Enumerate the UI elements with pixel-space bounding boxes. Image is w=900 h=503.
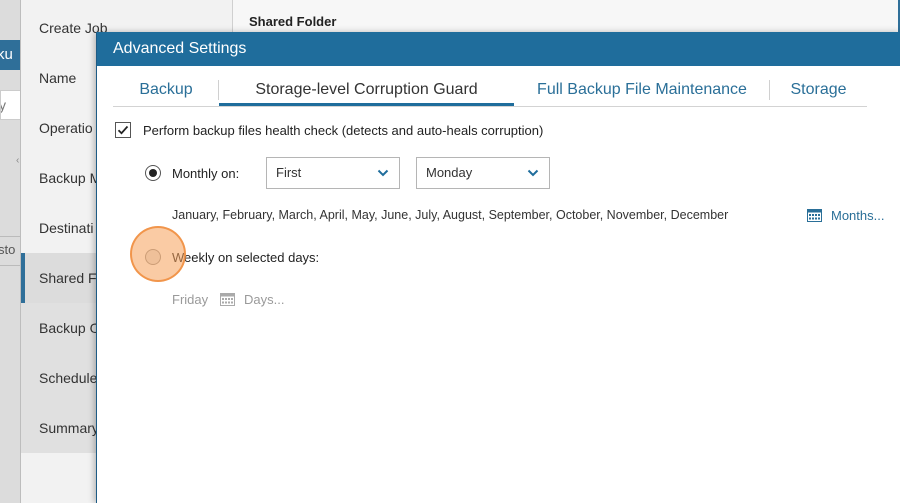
- selected-days-text: Friday: [172, 292, 209, 307]
- dialog-title: Advanced Settings: [97, 32, 900, 66]
- chevron-down-icon: [377, 169, 389, 177]
- chevron-down-icon: [527, 169, 539, 177]
- tab-storage[interactable]: Storage: [770, 74, 867, 105]
- settings-tabs: Backup Storage-level Corruption Guard Fu…: [113, 74, 867, 107]
- week-of-month-select[interactable]: First: [266, 157, 400, 189]
- health-check-checkbox[interactable]: [115, 122, 131, 138]
- tab-backup[interactable]: Backup: [113, 74, 219, 105]
- tab-full-backup-file-maintenance[interactable]: Full Backup File Maintenance: [514, 74, 770, 105]
- background-row: sto: [0, 236, 20, 266]
- background-active-tab: ku: [0, 40, 20, 70]
- click-highlight: [130, 226, 186, 282]
- months-link[interactable]: Months...: [831, 208, 884, 223]
- health-check-label: Perform backup files health check (detec…: [143, 123, 544, 138]
- calendar-icon: [220, 293, 235, 306]
- weekly-label: Weekly on selected days:: [172, 250, 320, 265]
- monthly-radio[interactable]: [145, 165, 161, 181]
- wizard-header: Shared Folder: [232, 0, 900, 34]
- background-collapse-icon: ‹: [16, 155, 20, 166]
- wizard-header-title: Shared Folder: [249, 14, 337, 29]
- day-of-week-select[interactable]: Monday: [416, 157, 550, 189]
- checkmark-icon: [117, 125, 129, 135]
- calendar-icon[interactable]: [807, 209, 822, 222]
- background-field: y: [0, 90, 22, 120]
- selected-months-text: January, February, March, April, May, Ju…: [172, 208, 729, 222]
- advanced-settings-dialog: Advanced Settings Backup Storage-level C…: [96, 32, 900, 503]
- monthly-label: Monthly on:: [172, 166, 240, 181]
- radio-selected-dot: [149, 169, 157, 177]
- days-link: Days...: [244, 292, 285, 307]
- tab-storage-level-corruption-guard[interactable]: Storage-level Corruption Guard: [219, 74, 514, 106]
